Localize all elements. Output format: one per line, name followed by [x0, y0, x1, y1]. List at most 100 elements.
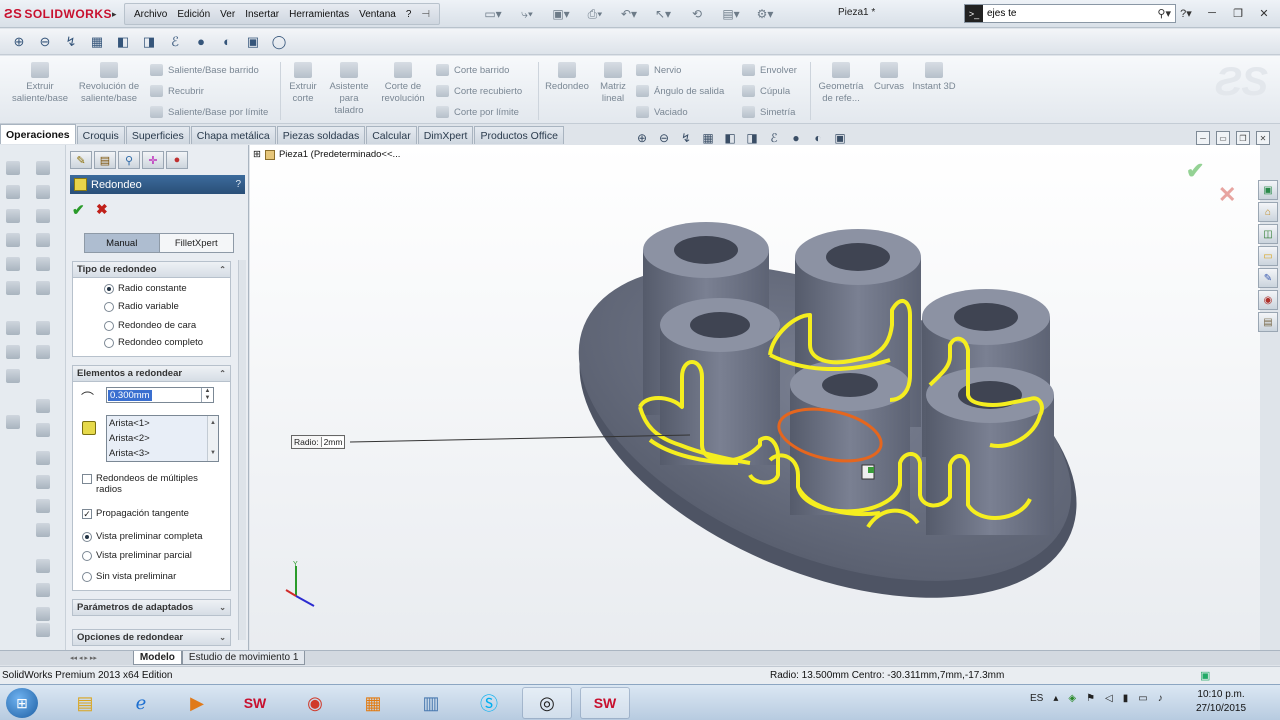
monitor-icon[interactable]: ▭ [1138, 693, 1147, 704]
solidworks-logo[interactable]: ƧS SOLIDWORKS [4, 6, 112, 21]
feature-manager-tab-icon[interactable]: ✎ [70, 151, 92, 169]
tab-piezas-soldadas[interactable]: Piezas soldadas [276, 126, 366, 144]
tab-modelo[interactable]: Modelo [132, 651, 182, 665]
tab-dimxpert[interactable]: DimXpert [417, 126, 474, 144]
spin-buttons[interactable]: ▲ ▼ [201, 388, 213, 402]
start-button[interactable]: ⊞ [6, 688, 38, 718]
view-settings-icon[interactable]: ▣ [832, 130, 848, 146]
radio-dot[interactable] [82, 550, 92, 561]
radio-dot[interactable] [104, 283, 114, 294]
strip-tool-icon[interactable] [6, 345, 20, 359]
radio-full-round[interactable]: Redondeo completo [104, 337, 203, 348]
mode-filletxpert-button[interactable]: FilletXpert [159, 234, 233, 252]
linear-pattern-button[interactable]: Matriz lineal [596, 62, 630, 105]
strip-tool-icon[interactable] [36, 257, 50, 271]
rebuild-icon[interactable]: ⟲ [682, 5, 712, 23]
strip-tool-icon[interactable] [36, 475, 50, 489]
close-button[interactable]: ✕ [1254, 4, 1274, 22]
expand-icon[interactable]: ⊞ [253, 149, 261, 160]
solidworks-active-icon[interactable]: SW [580, 687, 630, 719]
view-palette-icon[interactable]: ▭ [1258, 246, 1278, 266]
appearance-icon[interactable]: ● [788, 130, 804, 146]
radio-constant-radius[interactable]: Radio constante [104, 283, 187, 294]
tab-chapa-metalica[interactable]: Chapa metálica [190, 126, 276, 144]
hide-show-icon[interactable]: ℰ [766, 130, 782, 146]
search-box[interactable]: >_ ⚲▾ [964, 4, 1176, 23]
zoom-to-fit-icon[interactable]: ⊕ [10, 33, 28, 51]
graphics-area[interactable]: ⊞ Pieza1 (Predeterminado<<... [250, 145, 1260, 650]
radio-dot[interactable] [104, 337, 114, 348]
radio-no-preview[interactable]: Sin vista preliminar [82, 571, 176, 582]
scene-icon[interactable]: ◐ [810, 130, 826, 146]
lofted-cut-button[interactable]: Corte recubierto [436, 85, 522, 97]
command-search-icon[interactable]: >_ [965, 5, 983, 22]
strip-tool-icon[interactable] [6, 369, 20, 383]
strip-tool-icon[interactable] [36, 423, 50, 437]
instant3d-button[interactable]: Instant 3D [912, 62, 956, 93]
strip-tool-icon[interactable] [6, 161, 20, 175]
strip-tool-icon[interactable] [36, 233, 50, 247]
loft-button[interactable]: Recubrir [150, 85, 204, 97]
language-indicator[interactable]: ES [1030, 693, 1043, 704]
dimxpert-tab-icon[interactable]: ✛ [142, 151, 164, 169]
radio-dot[interactable] [82, 571, 92, 582]
strip-tool-icon[interactable] [36, 161, 50, 175]
apps-grid-icon[interactable]: ▦ [348, 687, 398, 719]
pm-scrollbar[interactable] [238, 260, 246, 640]
fillet-button[interactable]: Redondeo [542, 62, 592, 93]
menu-ventana[interactable]: Ventana [354, 9, 401, 20]
ok-button[interactable]: ✔ [72, 201, 85, 219]
status-help-icon[interactable]: ▣ [1200, 669, 1210, 682]
expand-icon[interactable]: ⌄ [219, 603, 226, 612]
zoom-fit-icon[interactable]: ⊕ [634, 130, 650, 146]
radio-dot[interactable] [104, 320, 114, 331]
feature-tree-root[interactable]: ⊞ Pieza1 (Predeterminado<<... [253, 149, 400, 160]
revolve-cut-button[interactable]: Corte de revolución [378, 62, 428, 105]
section-icon[interactable]: ▦ [700, 130, 716, 146]
forum-icon[interactable]: ▤ [1258, 312, 1278, 332]
new-document-icon[interactable]: ▭▾ [478, 5, 508, 23]
strip-tool-icon[interactable] [6, 321, 20, 335]
draft-button[interactable]: Ángulo de salida [636, 85, 724, 97]
strip-tool-icon[interactable] [6, 233, 20, 247]
menu-edicion[interactable]: Edición [172, 9, 215, 20]
group-header[interactable]: Elementos a redondear ⌃ [73, 366, 230, 382]
tab-superficies[interactable]: Superficies [125, 126, 190, 144]
strip-tool-icon[interactable] [6, 415, 20, 429]
strip-tool-icon[interactable] [36, 399, 50, 413]
appearances-icon[interactable]: ✎ [1258, 268, 1278, 288]
display-style-icon[interactable]: ◨ [140, 33, 158, 51]
swept-boss-button[interactable]: Saliente/Base barrido [150, 64, 259, 76]
print-icon[interactable]: ⎙▾ [580, 5, 610, 23]
clock[interactable]: 10:10 p.m. 27/10/2015 [1196, 688, 1246, 716]
section-view-icon[interactable]: ▦ [88, 33, 106, 51]
tab-operaciones[interactable]: Operaciones [0, 124, 76, 144]
shell-button[interactable]: Vaciado [636, 106, 688, 118]
confirm-ok-icon[interactable]: ✔ [1186, 158, 1204, 184]
reference-geometry-button[interactable]: Geometría de refe... [814, 62, 868, 105]
tab-calcular[interactable]: Calcular [366, 126, 417, 144]
restore-button[interactable]: ❐ [1228, 4, 1248, 22]
save-icon[interactable]: ▣▾ [546, 5, 576, 23]
search-input[interactable] [987, 8, 1137, 19]
strip-tool-icon[interactable] [36, 281, 50, 295]
logo-menu-arrow-icon[interactable]: ▸ [112, 9, 117, 20]
radio-dot[interactable] [104, 301, 114, 312]
strip-tool-icon[interactable] [36, 451, 50, 465]
network-icon[interactable]: ◈ [1068, 693, 1076, 704]
previous-view-icon[interactable]: ↯ [62, 33, 80, 51]
design-library-icon[interactable]: ⌂ [1258, 202, 1278, 222]
tab-croquis[interactable]: Croquis [76, 126, 125, 144]
options-icon[interactable]: ⚙▾ [750, 5, 780, 23]
radio-dot[interactable] [82, 531, 92, 542]
tab-scroll-arrows[interactable]: ◂◂ ◂ ▸ ▸▸ [70, 654, 97, 662]
boundary-cut-button[interactable]: Corte por límite [436, 106, 519, 118]
mode-manual-button[interactable]: Manual [85, 234, 160, 252]
wrap-button[interactable]: Envolver [742, 64, 797, 76]
radius-input[interactable]: 0.300mm ▲ ▼ [106, 387, 214, 403]
explorer-icon[interactable]: ▤ [60, 687, 110, 719]
calculator-icon[interactable]: ▥ [406, 687, 456, 719]
confirm-cancel-icon[interactable]: ✕ [1218, 182, 1236, 208]
menu-ver[interactable]: Ver [215, 9, 240, 20]
pin-icon[interactable]: ⊣ [416, 9, 435, 20]
